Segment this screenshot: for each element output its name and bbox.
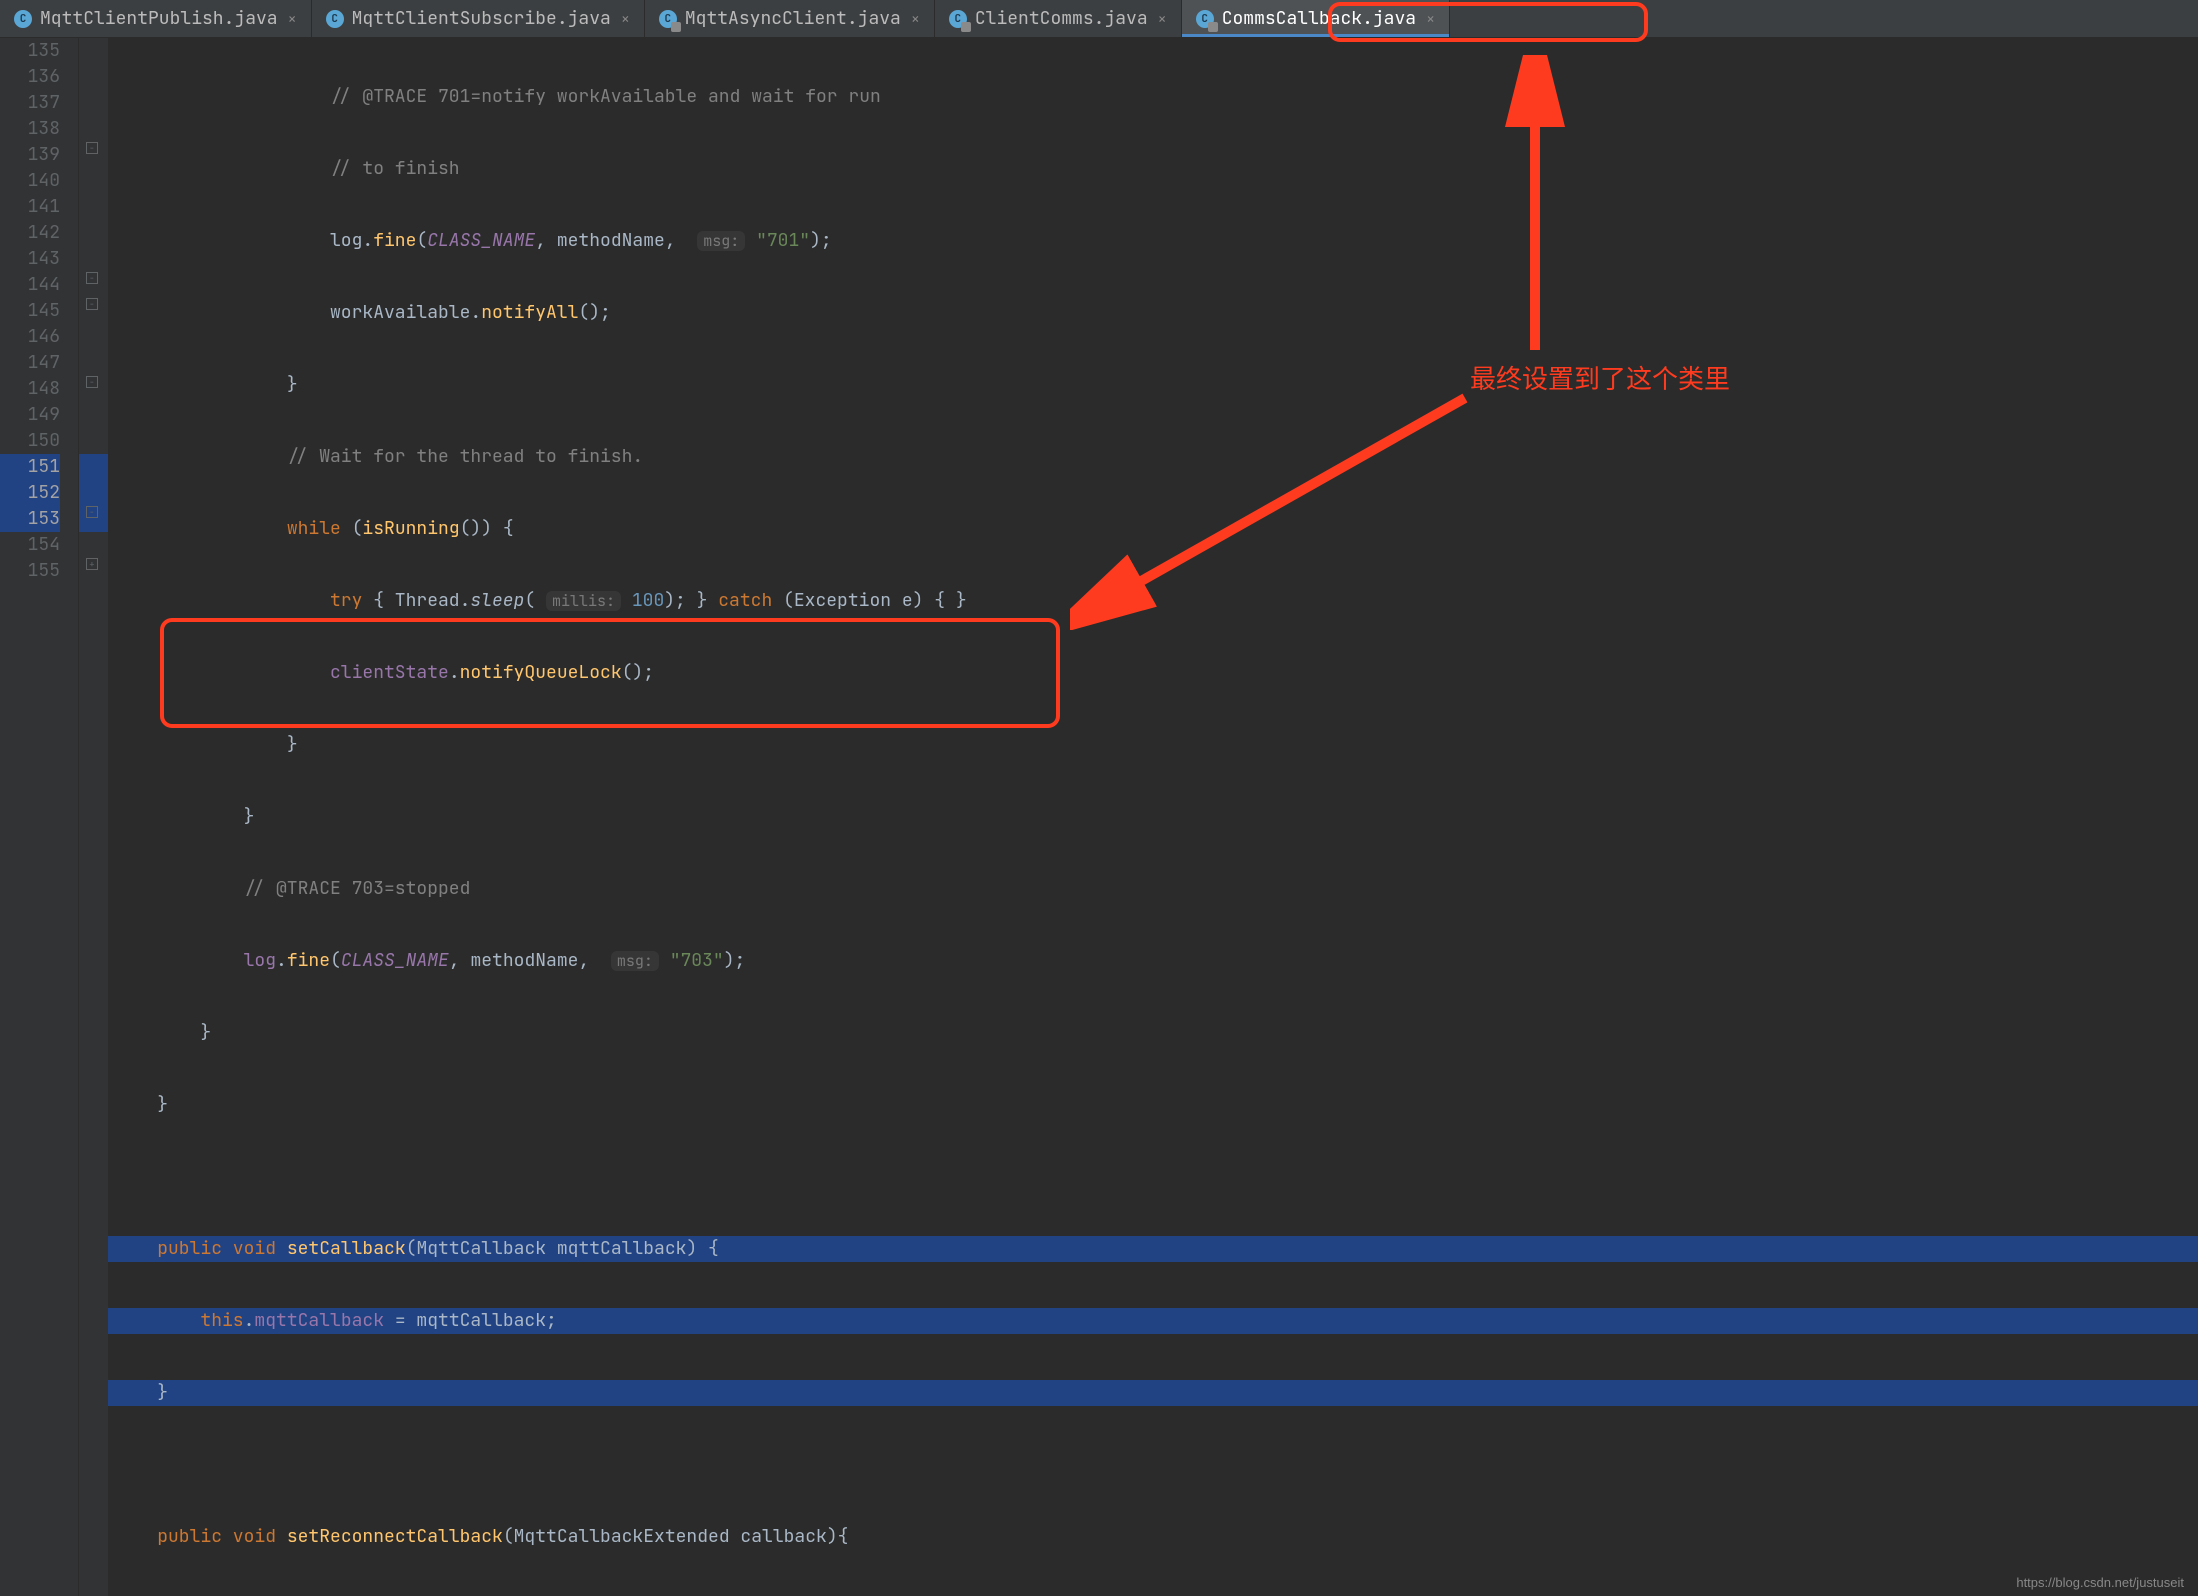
line-number: 137: [0, 90, 60, 116]
tab-label: MqttClientSubscribe.java: [352, 7, 611, 30]
java-class-icon: C: [659, 10, 677, 28]
java-class-icon: C: [326, 10, 344, 28]
tab-clientcomms[interactable]: C ClientComms.java ×: [935, 0, 1182, 37]
fold-column: − − − − − +: [78, 38, 108, 1596]
code-line: log.fine(CLASS_NAME, methodName, msg: "7…: [108, 948, 2198, 974]
code-line: public void setCallback(MqttCallback mqt…: [108, 1236, 2198, 1262]
code-line: }: [108, 732, 2198, 758]
close-icon[interactable]: ×: [911, 9, 920, 29]
tab-mqttclientpublish[interactable]: C MqttClientPublish.java ×: [0, 0, 312, 37]
tab-label: ClientComms.java: [975, 7, 1148, 30]
tab-label: CommsCallback.java: [1222, 7, 1416, 30]
code-line: // to finish: [108, 156, 2198, 182]
close-icon[interactable]: ×: [1158, 9, 1167, 29]
line-number: 141: [0, 194, 60, 220]
line-number-gutter: 135 136 137 138 139 140 141 142 143 144 …: [0, 38, 78, 1596]
code-area[interactable]: // @TRACE 701=notify workAvailable and w…: [108, 38, 2198, 1596]
line-number: 152: [0, 480, 60, 506]
code-line: // @TRACE 703=stopped: [108, 876, 2198, 902]
fold-icon[interactable]: −: [86, 506, 98, 518]
fold-icon[interactable]: −: [86, 142, 98, 154]
code-line: }: [108, 1380, 2198, 1406]
code-line: log.fine(CLASS_NAME, methodName, msg: "7…: [108, 228, 2198, 254]
annotation-text: 最终设置到了这个类里: [1470, 359, 1730, 396]
lock-icon: [671, 22, 681, 32]
tab-mqttclientsubscribe[interactable]: C MqttClientSubscribe.java ×: [312, 0, 645, 37]
line-number: 153: [0, 506, 60, 532]
code-line: [108, 1452, 2198, 1478]
code-line: public void setReconnectCallback(MqttCal…: [108, 1524, 2198, 1550]
line-number: 155: [0, 558, 60, 584]
code-line: }: [108, 372, 2198, 398]
line-number: 150: [0, 428, 60, 454]
code-editor[interactable]: 135 136 137 138 139 140 141 142 143 144 …: [0, 38, 2198, 1596]
watermark: https://blog.csdn.net/justuseit: [2016, 1575, 2184, 1590]
code-line: }: [108, 1092, 2198, 1118]
line-number: 149: [0, 402, 60, 428]
code-line: [108, 1164, 2198, 1190]
line-number: 135: [0, 38, 60, 64]
code-line: this.mqttCallback = mqttCallback;: [108, 1308, 2198, 1334]
lock-icon: [961, 22, 971, 32]
tab-commscallback[interactable]: C CommsCallback.java ×: [1182, 0, 1450, 37]
line-number: 143: [0, 246, 60, 272]
tab-label: MqttClientPublish.java: [40, 7, 278, 30]
line-number: 147: [0, 350, 60, 376]
fold-icon[interactable]: −: [86, 272, 98, 284]
close-icon[interactable]: ×: [621, 9, 630, 29]
line-number: 154: [0, 532, 60, 558]
line-number: 142: [0, 220, 60, 246]
code-line: clientState.notifyQueueLock();: [108, 660, 2198, 686]
code-line: try { Thread.sleep( millis: 100); } catc…: [108, 588, 2198, 614]
fold-icon[interactable]: +: [86, 558, 98, 570]
line-number: 148: [0, 376, 60, 402]
close-icon[interactable]: ×: [1426, 9, 1435, 29]
code-line: }: [108, 804, 2198, 830]
line-number: 145: [0, 298, 60, 324]
java-class-icon: C: [949, 10, 967, 28]
line-number: 140: [0, 168, 60, 194]
line-number: 144: [0, 272, 60, 298]
java-class-icon: C: [1196, 10, 1214, 28]
tab-mqttasyncclient[interactable]: C MqttAsyncClient.java ×: [645, 0, 935, 37]
code-line: while (isRunning()) {: [108, 516, 2198, 542]
code-line: workAvailable.notifyAll();: [108, 300, 2198, 326]
line-number: 136: [0, 64, 60, 90]
code-line: // Wait for the thread to finish.: [108, 444, 2198, 470]
close-icon[interactable]: ×: [288, 9, 297, 29]
fold-icon[interactable]: −: [86, 298, 98, 310]
line-number: 139: [0, 142, 60, 168]
line-number: 151: [0, 454, 60, 480]
code-line: }: [108, 1020, 2198, 1046]
code-line: // @TRACE 701=notify workAvailable and w…: [108, 84, 2198, 110]
line-number: 138: [0, 116, 60, 142]
editor-tab-bar: C MqttClientPublish.java × C MqttClientS…: [0, 0, 2198, 38]
fold-icon[interactable]: −: [86, 376, 98, 388]
lock-icon: [1208, 22, 1218, 32]
line-number: 146: [0, 324, 60, 350]
java-class-icon: C: [14, 10, 32, 28]
tab-label: MqttAsyncClient.java: [685, 7, 901, 30]
